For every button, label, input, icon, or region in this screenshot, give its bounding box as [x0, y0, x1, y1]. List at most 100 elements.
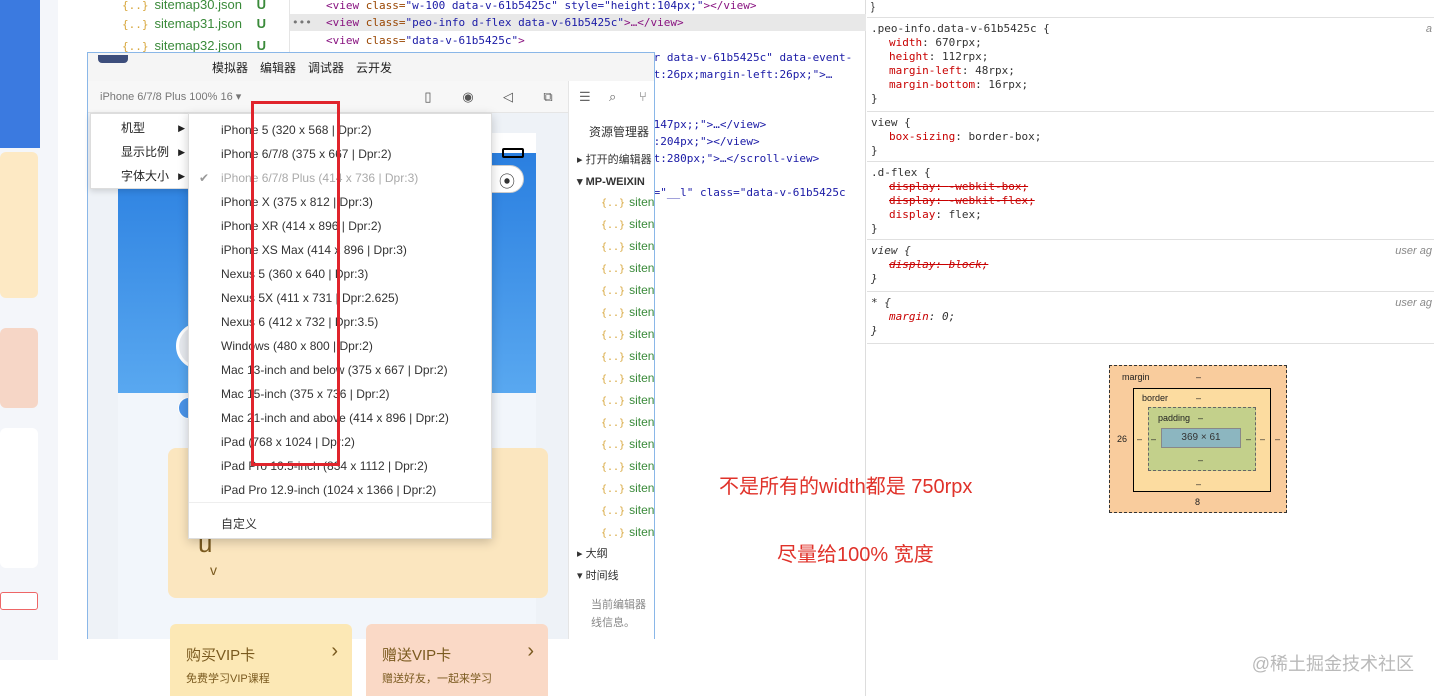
rule-selector: view {	[871, 244, 911, 257]
menu-cloud-dev[interactable]: 云开发	[356, 59, 392, 76]
close-circle-icon[interactable]: ⦿	[499, 168, 515, 192]
menu-item-device[interactable]: Nexus 5X (411 x 731 | Dpr:2.625)	[189, 286, 491, 310]
menu-item-device[interactable]: iPhone XS Max (414 x 896 | Dpr:3)	[189, 238, 491, 262]
resource-file-item[interactable]: {..} siten	[601, 525, 654, 539]
resource-file-item[interactable]: {..} siten	[601, 217, 654, 231]
css-property[interactable]: margin: 0;	[867, 310, 1434, 324]
menu-item-device[interactable]: iPad (768 x 1024 | Dpr:2)	[189, 430, 491, 454]
css-property-overridden[interactable]: display: block;	[867, 258, 1434, 272]
style-rule[interactable]: .d-flex { display: -webkit-box; display:…	[867, 162, 1434, 240]
menu-item-device[interactable]: iPhone X (375 x 812 | Dpr:3)	[189, 190, 491, 214]
box-model-value[interactable]: –	[1260, 434, 1265, 444]
menu-item-device[interactable]: iPad Pro 12.9-inch (1024 x 1366 | Dpr:2)	[189, 478, 491, 502]
buy-vip-card[interactable]: 购买VIP卡 免费学习VIP课程 ›	[170, 624, 352, 696]
css-property[interactable]: margin-left: 48rpx;	[867, 64, 1434, 78]
box-model-content[interactable]: 369 × 61	[1161, 428, 1241, 448]
annotation-note: 尽量给100% 宽度	[777, 544, 934, 566]
section-open-editors[interactable]: ▸ 打开的编辑器	[577, 151, 652, 167]
css-property-overridden[interactable]: display: -webkit-flex;	[867, 194, 1434, 208]
code-line[interactable]: l="__l" class="data-v-61b5425c	[647, 184, 846, 201]
rule-source[interactable]: a	[1426, 22, 1432, 36]
code-line[interactable]: :147px;;">…</view>	[647, 116, 766, 133]
box-model-value[interactable]: –	[1275, 434, 1280, 444]
box-model-value[interactable]: 8	[1195, 497, 1200, 507]
box-model-value[interactable]: –	[1198, 455, 1203, 465]
section-timeline[interactable]: ▾ 时间线	[577, 567, 619, 583]
resource-file-item[interactable]: {..} siten	[601, 437, 654, 451]
menu-item-device[interactable]: iPhone 6/7/8 (375 x 667 | Dpr:2)	[189, 142, 491, 166]
device-select[interactable]: iPhone 6/7/8 Plus 100% 16 ▾	[100, 90, 241, 103]
resource-file-item[interactable]: {..} siten	[601, 327, 654, 341]
left-red-box	[0, 592, 38, 610]
resource-file-item[interactable]: {..} siten	[601, 195, 654, 209]
menu-item-device[interactable]: Nexus 5 (360 x 640 | Dpr:3)	[189, 262, 491, 286]
section-project[interactable]: ▾ MP-WEIXIN	[577, 175, 645, 188]
menu-item-device[interactable]: Mac 15-inch (375 x 736 | Dpr:2)	[189, 382, 491, 406]
more-icon[interactable]: •••	[292, 14, 312, 31]
menu-item-device[interactable]: iPhone XR (414 x 896 | Dpr:2)	[189, 214, 491, 238]
left-card[interactable]	[0, 328, 38, 408]
menu-item-device-model[interactable]: 机型 ▶	[91, 116, 191, 140]
code-line[interactable]: ht:26px;margin-left:26px;">…	[647, 66, 832, 83]
code-line[interactable]: <view class="data-v-61b5425c">	[326, 32, 525, 49]
style-rule[interactable]: user ag view { display: block; }	[867, 240, 1434, 292]
code-line[interactable]: ht:280px;">…</scroll-view>	[647, 150, 819, 167]
menu-editor[interactable]: 编辑器	[260, 59, 296, 76]
css-property[interactable]: width: 670rpx;	[867, 36, 1434, 50]
section-outline[interactable]: ▸ 大纲	[577, 545, 608, 561]
css-property[interactable]: height: 112rpx;	[867, 50, 1434, 64]
menu-item-device[interactable]: Nexus 6 (412 x 732 | Dpr:3.5)	[189, 310, 491, 334]
menu-item-device[interactable]: iPhone 5 (320 x 568 | Dpr:2)	[189, 118, 491, 142]
code-line[interactable]: er data-v-61b5425c" data-event-	[647, 49, 852, 66]
css-property[interactable]: display: flex;	[867, 208, 1434, 222]
menu-item-device[interactable]: ✔ iPhone 6/7/8 Plus (414 x 736 | Dpr:3)	[189, 166, 491, 190]
window-icon[interactable]: ⧉	[540, 89, 556, 105]
resource-file-item[interactable]: {..} siten	[601, 393, 654, 407]
box-model-value[interactable]: –	[1246, 434, 1251, 444]
css-property-overridden[interactable]: display: -webkit-box;	[867, 180, 1434, 194]
rule-selector: .peo-info.data-v-61b5425c {	[871, 22, 1050, 35]
list-icon[interactable]: ☰	[579, 89, 591, 105]
box-model-value[interactable]: –	[1198, 413, 1203, 423]
resource-file-item[interactable]: {..} siten	[601, 305, 654, 319]
menu-debugger[interactable]: 调试器	[308, 59, 344, 76]
menu-item-device[interactable]: Mac 13-inch and below (375 x 667 | Dpr:2…	[189, 358, 491, 382]
resource-file-item[interactable]: {..} siten	[601, 415, 654, 429]
style-rule[interactable]: view { box-sizing: border-box; }	[867, 112, 1434, 162]
resource-file-item[interactable]: {..} siten	[601, 283, 654, 297]
resource-file-item[interactable]: {..} siten	[601, 459, 654, 473]
style-rule[interactable]: a .peo-info.data-v-61b5425c { width: 670…	[867, 18, 1434, 112]
box-model-value[interactable]: 26	[1117, 434, 1127, 444]
box-model-value[interactable]: –	[1151, 434, 1156, 444]
css-property[interactable]: margin-bottom: 16rpx;	[867, 78, 1434, 92]
menu-item-device[interactable]: Windows (480 x 800 | Dpr:2)	[189, 334, 491, 358]
resource-file-item[interactable]: {..} siten	[601, 481, 654, 495]
resource-file-item[interactable]: {..} siten	[601, 371, 654, 385]
menu-simulator[interactable]: 模拟器	[212, 59, 248, 76]
code-line[interactable]: t:204px;"></view>	[647, 133, 760, 150]
css-property[interactable]: box-sizing: border-box;	[867, 130, 1434, 144]
menu-item-device[interactable]: iPad Pro 10.5-inch (834 x 1112 | Dpr:2)	[189, 454, 491, 478]
resource-file-item[interactable]: {..} siten	[601, 349, 654, 363]
speaker-icon[interactable]: ◁	[500, 89, 516, 105]
search-icon[interactable]: ⌕	[609, 89, 616, 105]
branch-icon[interactable]: ⑂	[639, 89, 647, 104]
resource-file-item[interactable]: {..} siten	[601, 239, 654, 253]
menu-item-custom[interactable]: 自定义	[189, 512, 491, 536]
record-icon[interactable]: ◉	[460, 89, 476, 105]
resource-file-item[interactable]: {..} siten	[601, 261, 654, 275]
box-model-value[interactable]: –	[1137, 434, 1142, 444]
phone-icon[interactable]: ▯	[420, 89, 436, 105]
box-model-value[interactable]: –	[1196, 393, 1201, 403]
resource-file-item[interactable]: {..} siten	[601, 503, 654, 517]
box-model-value[interactable]: –	[1196, 372, 1201, 382]
menu-item-device[interactable]: Mac 21-inch and above (414 x 896 | Dpr:2…	[189, 406, 491, 430]
code-line[interactable]: <view class="peo-info d-flex data-v-61b5…	[326, 14, 684, 31]
code-line[interactable]: <view class="w-100 data-v-61b5425c" styl…	[326, 0, 757, 14]
file-tree-item[interactable]: {..} sitemap31.json U	[122, 13, 282, 35]
menu-item-font-size[interactable]: 字体大小 ▶	[91, 164, 191, 188]
box-model-value[interactable]: –	[1196, 479, 1201, 489]
gift-vip-card[interactable]: 赠送VIP卡 赠送好友，一起来学习 ›	[366, 624, 548, 696]
menu-item-display-scale[interactable]: 显示比例 ▶	[91, 140, 191, 164]
style-rule[interactable]: user ag * { margin: 0; }	[867, 292, 1434, 344]
